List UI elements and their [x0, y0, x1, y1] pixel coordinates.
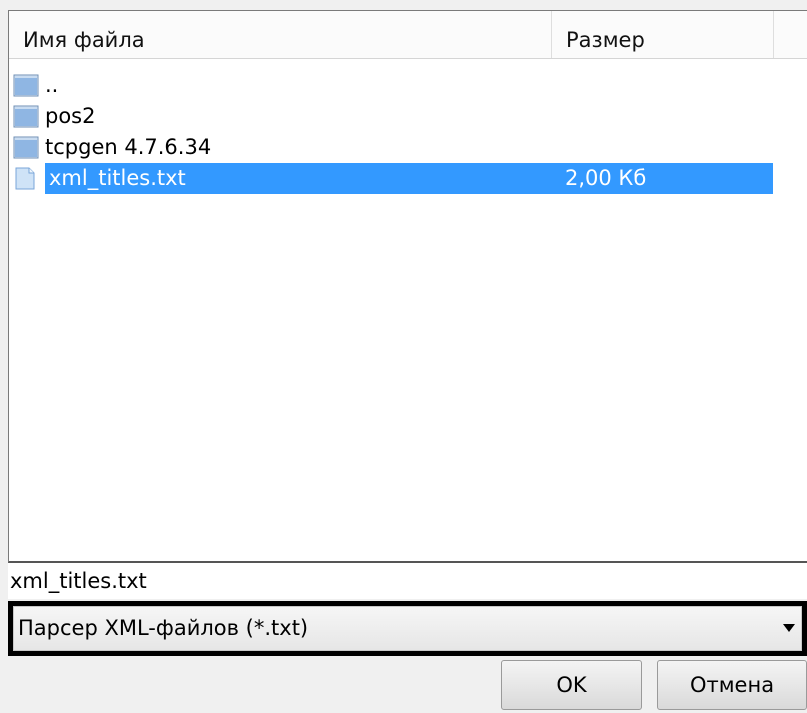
file-type-filter-select[interactable]: Парсер XML-файлов (*.txt) [8, 601, 807, 656]
filename-input[interactable] [8, 563, 807, 599]
list-item-file-selected[interactable]: xml_titles.txt 2,00 Кб [9, 163, 807, 194]
file-size: 2,00 Кб [565, 166, 647, 190]
folder-icon [13, 136, 44, 159]
file-type-filter-value: Парсер XML-файлов (*.txt) [18, 616, 309, 640]
list-item-folder[interactable]: pos2 [9, 101, 807, 132]
list-item-parent-folder[interactable]: .. [9, 70, 807, 101]
column-header-empty [774, 11, 807, 58]
column-header-size[interactable]: Размер [552, 11, 774, 58]
column-header-name[interactable]: Имя файла [9, 11, 552, 58]
file-name: .. [45, 73, 59, 97]
file-list-header: Имя файла Размер [9, 11, 807, 59]
file-name: xml_titles.txt [49, 166, 186, 190]
folder-icon [13, 105, 44, 128]
file-rows: .. pos2 tcpgen 4.7.6.34 xml_titles.txt 2… [9, 70, 807, 194]
file-name: tcpgen 4.7.6.34 [45, 135, 212, 159]
file-open-dialog: Имя файла Размер .. pos2 tcpgen 4.7.6.34… [0, 0, 807, 713]
file-type-filter-box: Парсер XML-файлов (*.txt) [13, 606, 802, 651]
cancel-button[interactable]: Отмена [657, 660, 807, 710]
folder-icon [13, 74, 44, 97]
chevron-down-icon [783, 624, 795, 632]
file-name: pos2 [45, 104, 96, 128]
list-item-folder[interactable]: tcpgen 4.7.6.34 [9, 132, 807, 163]
ok-button[interactable]: OK [501, 660, 642, 710]
text-file-icon [13, 167, 44, 190]
file-list[interactable]: Имя файла Размер .. pos2 tcpgen 4.7.6.34… [8, 10, 807, 563]
